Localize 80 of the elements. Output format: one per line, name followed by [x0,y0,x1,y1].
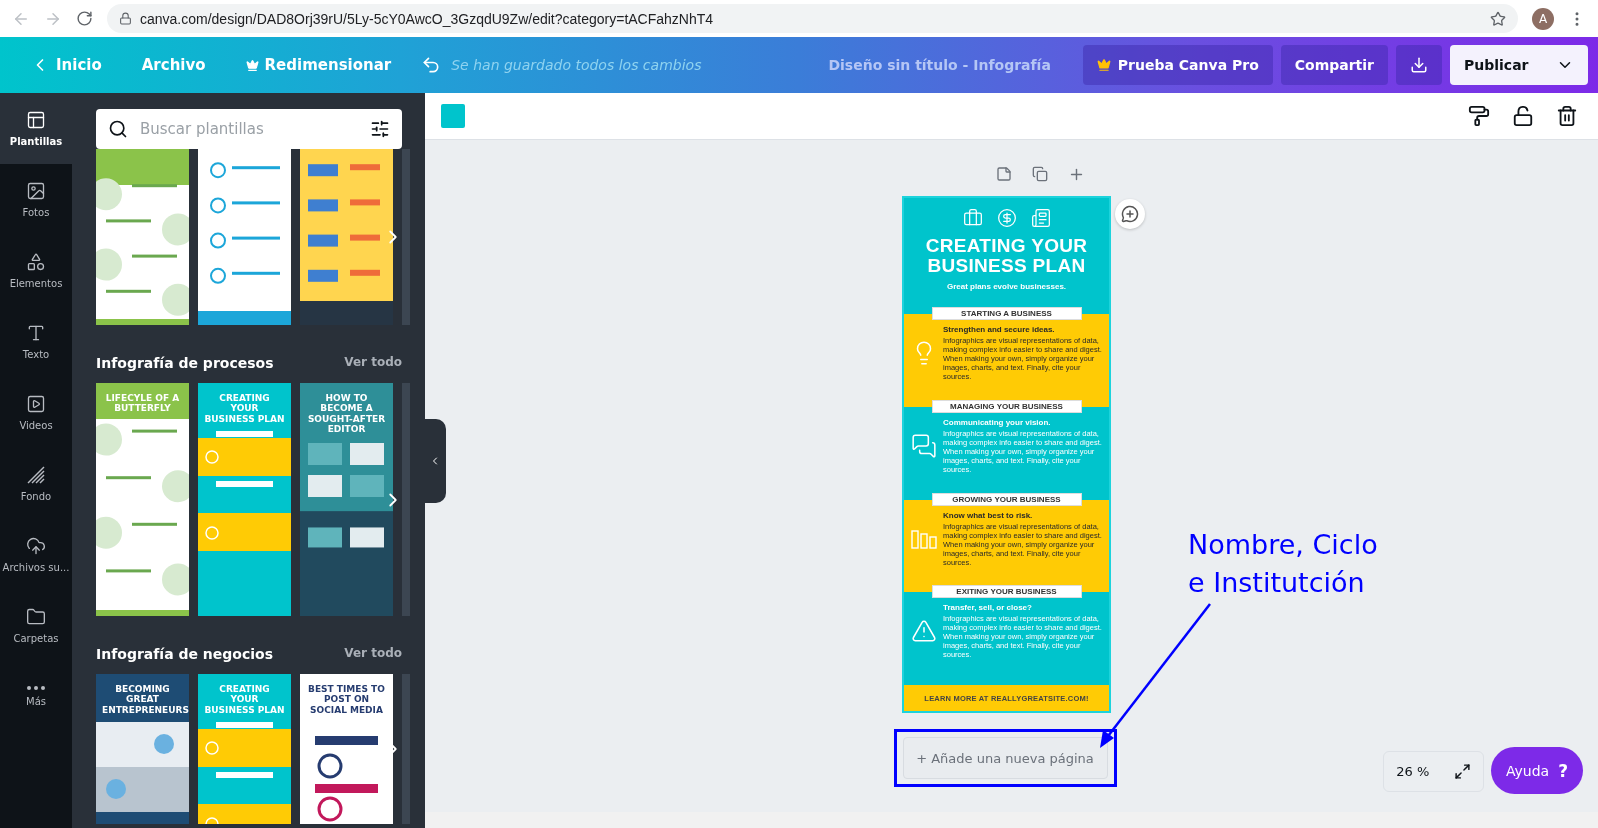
search-input[interactable]: Buscar plantillas [138,119,360,139]
share-button[interactable]: Compartir [1280,45,1388,85]
warning-icon [910,618,938,645]
image-icon [26,181,46,201]
collapse-panel-button[interactable] [424,418,446,503]
templates-icon [26,110,46,130]
section-heading: Strengthen and secure ideas. [943,325,1056,334]
hatch-icon [26,465,46,485]
template-thumbnail[interactable]: HOW TO BECOME A SOUGHT-AFTER EDITOR [300,383,393,616]
briefcase-icon [962,208,983,228]
section-heading: Know what best to risk. [943,510,1034,520]
sidebar-tab[interactable]: Más [0,661,72,732]
trash-icon[interactable] [1556,105,1578,127]
filter-icon[interactable] [370,119,390,139]
add-icon[interactable] [1068,166,1085,183]
sidebar-tab[interactable]: Fondo [0,448,72,519]
sidebar-tab[interactable]: Videos [0,377,72,448]
add-comment-icon[interactable] [1115,199,1145,229]
crown-icon [1096,58,1111,72]
zoom-level: 26 % [1396,764,1430,779]
section-label: EXITING YOUR BUSINESS [931,585,1082,599]
newspaper-icon [1030,208,1051,228]
star-icon[interactable] [1490,10,1506,27]
design-subtitle: Great plans evolve businesses. [946,281,1067,291]
sidebar-tab[interactable]: Plantillas [0,93,72,164]
template-thumbnail[interactable] [402,383,410,616]
text-icon [26,323,46,343]
section-label: STARTING A BUSINESS [931,307,1082,320]
url-text: canva.com/design/DAD8Orj39rU/5Ly-5cY0AwcO_3GzqdU9Zw/edit?category=tACFahzNhT4 [140,10,714,27]
see-all-link[interactable]: Ver todo [344,646,402,662]
section-heading: Communicating your vision. [943,417,1052,427]
template-thumbnail[interactable]: BECOMING GREAT ENTREPRENEURS [96,674,189,824]
note-icon[interactable] [996,166,1012,183]
design-title: CREATING YOUR BUSINESS PLAN [924,236,1089,276]
section-heading: Transfer, sell, or close? [943,603,1033,613]
chat-bubbles-icon [910,432,938,459]
zoom-control[interactable]: 26 % [1383,751,1484,792]
address-bar[interactable]: canva.com/design/DAD8Orj39rU/5Ly-5cY0AwcO_3GzqdU9Zw/edit?category=tACFahzNhT4 [107,4,1518,33]
reload-icon[interactable] [76,10,93,27]
sidebar-tab[interactable]: Archivos su... [0,519,72,590]
profile-avatar[interactable]: A [1532,7,1554,30]
dollar-icon [996,208,1017,228]
template-thumbnail[interactable]: BEST TIMES TO POST ON SOCIAL MEDIA [300,674,393,824]
crown-icon [245,58,259,72]
more-icon [27,686,45,690]
lock-icon [119,12,132,25]
folder-icon [26,607,46,627]
sidebar-tab[interactable]: Texto [0,306,72,377]
search-field[interactable]: Buscar plantillas [96,109,402,149]
add-page-button[interactable]: + Añade una nueva página [902,737,1108,779]
template-thumbnail[interactable] [96,149,189,325]
bar-chart-icon [910,528,938,549]
save-status: Se han guardado todos los cambios [451,57,702,73]
unlock-icon[interactable] [1512,105,1534,127]
sidebar-tab[interactable]: Elementos [0,235,72,306]
shapes-icon [26,252,46,272]
template-thumbnail[interactable] [198,149,291,325]
scrollbar[interactable] [425,812,1598,828]
pro-trial-button[interactable]: Prueba Canva Pro [1082,45,1273,85]
template-thumbnail[interactable] [402,149,410,325]
sidebar-tab[interactable]: Fotos [0,164,72,235]
template-thumbnail[interactable] [300,149,393,325]
annotation-text: Nombre, Ciclo e Institutción [1188,528,1378,600]
section-title: Infografía de negocios [96,646,273,662]
search-icon [108,119,128,139]
download-icon [1410,56,1428,74]
copy-icon[interactable] [1032,166,1048,183]
download-button[interactable] [1396,45,1442,85]
section-title: Infografía de procesos [96,355,274,371]
template-thumbnail[interactable] [402,674,410,824]
design-page[interactable] [902,196,1111,713]
paint-roller-icon[interactable] [1468,105,1490,127]
cloud-upload-icon [26,536,46,556]
help-button[interactable]: Ayuda ? [1491,747,1583,794]
sidebar-tab[interactable]: Carpetas [0,590,72,661]
see-all-link[interactable]: Ver todo [344,355,402,371]
video-icon [26,394,46,414]
publish-button[interactable]: Publicar [1450,45,1588,85]
fullscreen-icon[interactable] [1453,763,1471,780]
color-swatch[interactable] [441,104,465,128]
